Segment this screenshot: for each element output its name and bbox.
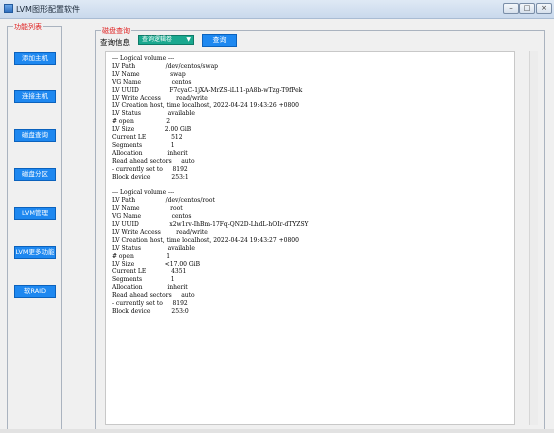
status-strip bbox=[0, 429, 554, 433]
output-line: --- Logical volume --- bbox=[112, 55, 175, 62]
output-scrollbar[interactable] bbox=[529, 51, 538, 425]
disk-query-button[interactable]: 磁盘查询 bbox=[14, 129, 56, 142]
chevron-down-icon: ▼ bbox=[186, 36, 191, 43]
output-line: Read ahead sectors auto bbox=[112, 292, 195, 300]
disk-partition-button[interactable]: 磁盘分区 bbox=[14, 168, 56, 181]
output-line: LV Write Access read/write bbox=[112, 228, 208, 236]
lvm-manage-button[interactable]: LVM管理 bbox=[14, 207, 56, 220]
output-line: # open 2 bbox=[112, 118, 171, 126]
query-type-value: 查询逻辑卷 bbox=[142, 36, 173, 43]
output-line: LV Write Access read/write bbox=[112, 94, 208, 102]
window-title: LVM图形配置软件 bbox=[16, 5, 80, 14]
output-line: VG Name centos bbox=[112, 78, 192, 86]
output-line: Current LE 512 bbox=[112, 134, 183, 142]
output-line: Block device 253:0 bbox=[112, 308, 189, 315]
output-line: LV UUID x2w1rv-IhBm-17Fq-QN2D-LhdL-hOIr-… bbox=[112, 221, 309, 229]
disk-query-group: 磁盘查询 查询信息 查询逻辑卷 ▼ 查询 --- Logical volume … bbox=[95, 26, 545, 430]
function-list-title: 功能列表 bbox=[13, 22, 43, 32]
query-button[interactable]: 查询 bbox=[202, 34, 237, 47]
soft-raid-button[interactable]: 软RAID bbox=[14, 285, 56, 298]
output-line: --- Logical volume --- bbox=[112, 189, 175, 197]
query-output[interactable]: --- Logical volume --- LV Path /dev/cento… bbox=[105, 51, 515, 425]
output-line: Allocation inherit bbox=[112, 149, 188, 157]
disk-query-title: 磁盘查询 bbox=[101, 26, 131, 36]
output-line: LV Size <17.00 GiB bbox=[112, 260, 201, 268]
output-line: Read ahead sectors auto bbox=[112, 157, 195, 165]
output-line: LV UUID F7cyaC-1jXA-MrZS-iL11-pA8b-wTzg-… bbox=[112, 86, 303, 94]
app-icon bbox=[4, 4, 13, 13]
output-line: LV Name swap bbox=[112, 70, 186, 78]
function-list-panel: 功能列表 添加主机 连接主机 磁盘查询 磁盘分区 LVM管理 LVM更多功能 软… bbox=[7, 22, 62, 430]
query-type-select[interactable]: 查询逻辑卷 ▼ bbox=[138, 35, 194, 45]
output-line: Current LE 4351 bbox=[112, 268, 187, 276]
query-info-label: 查询信息 bbox=[100, 38, 130, 47]
output-line: LV Size 2.00 GiB bbox=[112, 126, 192, 134]
connect-host-button[interactable]: 连接主机 bbox=[14, 90, 56, 103]
output-line: LV Creation host, time localhost, 2022-0… bbox=[112, 102, 299, 110]
output-line: - currently set to 8192 bbox=[112, 300, 188, 308]
output-line: LV Path /dev/centos/root bbox=[112, 197, 215, 205]
output-line: LV Path /dev/centos/swap bbox=[112, 62, 219, 70]
maximize-button[interactable]: □ bbox=[519, 3, 535, 14]
output-line: Segments 1 bbox=[112, 276, 175, 284]
add-host-button[interactable]: 添加主机 bbox=[14, 52, 56, 65]
output-line: LV Name root bbox=[112, 205, 183, 213]
close-button[interactable]: × bbox=[536, 3, 552, 14]
output-line: - currently set to 8192 bbox=[112, 165, 188, 173]
title-bar: LVM图形配置软件 – □ × bbox=[0, 0, 554, 19]
output-line: Allocation inherit bbox=[112, 284, 188, 292]
output-line: # open 1 bbox=[112, 252, 171, 260]
output-line: LV Creation host, time localhost, 2022-0… bbox=[112, 236, 299, 244]
output-line: LV Status available bbox=[112, 110, 195, 118]
output-line: LV Status available bbox=[112, 244, 195, 252]
lvm-more-button[interactable]: LVM更多功能 bbox=[14, 246, 56, 259]
output-line: Block device 253:1 bbox=[112, 173, 189, 181]
minimize-button[interactable]: – bbox=[503, 3, 519, 14]
output-line: VG Name centos bbox=[112, 213, 192, 221]
output-line: Segments 1 bbox=[112, 141, 175, 149]
